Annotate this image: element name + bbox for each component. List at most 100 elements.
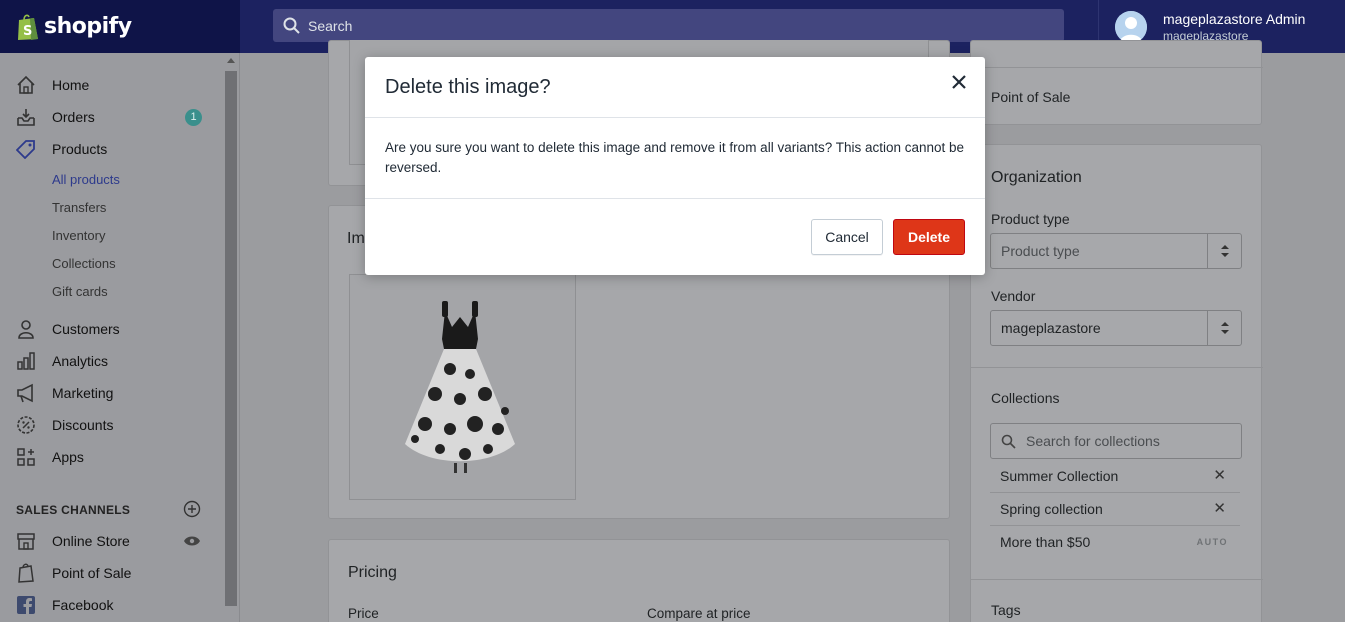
- collection-row: More than $50 AUTO: [990, 526, 1240, 559]
- facebook-icon: [17, 596, 35, 614]
- organization-heading: Organization: [991, 169, 1082, 186]
- images-heading: Im: [347, 230, 365, 247]
- select-arrows: [1207, 311, 1241, 345]
- tag-icon: [16, 140, 35, 159]
- close-icon[interactable]: [948, 71, 970, 93]
- eye-icon[interactable]: [183, 535, 201, 547]
- sidebar-item-marketing[interactable]: Marketing: [0, 379, 222, 407]
- dress-image: [405, 301, 515, 473]
- divider: [971, 579, 1263, 580]
- sidebar-item-home[interactable]: Home: [0, 71, 222, 99]
- shopify-bag-icon: S: [18, 14, 38, 40]
- collections-label: Collections: [991, 390, 1060, 406]
- modal-message: Are you sure you want to delete this ima…: [385, 140, 965, 175]
- sidebar-item-facebook[interactable]: Facebook: [0, 591, 222, 619]
- collection-name: More than $50: [1000, 534, 1091, 550]
- remove-collection-icon[interactable]: ✕: [1213, 499, 1226, 517]
- person-icon: [18, 320, 34, 339]
- pricing-heading: Pricing: [348, 564, 397, 581]
- user-avatar-icon: [1115, 10, 1147, 43]
- pos-icon: [18, 563, 34, 583]
- sidebar-item-products[interactable]: Products: [0, 135, 222, 163]
- sidebar-item-online-store[interactable]: Online Store: [0, 527, 222, 555]
- chevron-updown-icon: [1221, 245, 1229, 257]
- collection-name: Summer Collection: [1000, 468, 1119, 484]
- modal-footer: Cancel Delete: [365, 198, 985, 275]
- sidebar-item-analytics[interactable]: Analytics: [0, 347, 222, 375]
- vendor-value: mageplazastore: [1001, 320, 1101, 336]
- product-type-select[interactable]: Product type: [990, 233, 1242, 269]
- compare-price-label: Compare at price: [647, 606, 751, 621]
- remove-collection-icon[interactable]: ✕: [1213, 466, 1226, 484]
- bar-chart-icon: [17, 352, 35, 370]
- delete-button[interactable]: Delete: [893, 219, 965, 255]
- chevron-updown-icon: [1221, 322, 1229, 334]
- sidebar-subitem-label: Inventory: [52, 227, 106, 243]
- sidebar-subitem-label: Transfers: [52, 199, 107, 215]
- user-name: mageplazastore Admin: [1163, 10, 1306, 27]
- sidebar-subitem-transfers[interactable]: Transfers: [0, 193, 222, 221]
- modal-title: Delete this image?: [385, 76, 551, 98]
- sales-channels-heading: SALES CHANNELS: [16, 503, 131, 517]
- pricing-card: Pricing Price Compare at price: [328, 539, 950, 622]
- add-channel-icon[interactable]: [183, 500, 201, 518]
- sidebar-subitem-gift-cards[interactable]: Gift cards: [0, 277, 222, 305]
- orders-icon: [17, 109, 35, 126]
- product-image-thumbnail[interactable]: [349, 274, 576, 500]
- sidebar-item-label: Online Store: [52, 533, 130, 549]
- sidebar: Home Orders 1 Products All products Tran…: [0, 53, 240, 622]
- cancel-button[interactable]: Cancel: [811, 219, 883, 255]
- collection-row: Spring collection ✕: [990, 493, 1240, 526]
- sidebar-subitem-inventory[interactable]: Inventory: [0, 221, 222, 249]
- svg-text:S: S: [23, 24, 32, 39]
- logo-text: shopify: [44, 14, 132, 39]
- sidebar-item-point-of-sale[interactable]: Point of Sale: [0, 559, 222, 587]
- auto-badge: AUTO: [1196, 537, 1228, 547]
- tags-label: Tags: [991, 602, 1021, 618]
- search-placeholder: Search: [308, 17, 353, 34]
- sidebar-subitem-collections[interactable]: Collections: [0, 249, 222, 277]
- price-label: Price: [348, 606, 379, 621]
- sidebar-item-label: Discounts: [52, 417, 114, 433]
- sidebar-item-label: Products: [52, 141, 108, 157]
- sidebar-item-label: Marketing: [52, 385, 114, 401]
- sales-channel-item: Point of Sale: [991, 89, 1071, 105]
- sidebar-item-label: Facebook: [52, 597, 114, 613]
- collections-search-placeholder: Search for collections: [1026, 433, 1160, 449]
- home-icon: [17, 75, 35, 94]
- divider: [971, 67, 1263, 68]
- orders-count-badge: 1: [185, 108, 202, 126]
- divider: [971, 367, 1263, 368]
- modal-header: Delete this image?: [365, 57, 985, 118]
- sidebar-item-orders[interactable]: Orders 1: [0, 103, 222, 131]
- sidebar-item-label: Point of Sale: [52, 565, 132, 581]
- search-icon: [1001, 434, 1016, 449]
- vendor-select[interactable]: mageplazastore: [990, 310, 1242, 346]
- scroll-up-arrow-icon[interactable]: [227, 58, 235, 63]
- product-type-placeholder: Product type: [1001, 243, 1080, 259]
- avatar: [1115, 10, 1147, 43]
- sidebar-scrollbar-thumb[interactable]: [225, 71, 237, 606]
- collection-row: Summer Collection ✕: [990, 460, 1240, 493]
- vendor-label: Vendor: [991, 288, 1036, 304]
- select-arrows: [1207, 234, 1241, 268]
- sidebar-subitem-label: Collections: [52, 255, 116, 271]
- sidebar-item-label: Orders: [52, 109, 95, 125]
- search-icon: [283, 17, 300, 34]
- delete-image-modal: Delete this image? Are you sure you want…: [365, 57, 985, 275]
- sidebar-item-discounts[interactable]: Discounts: [0, 411, 222, 439]
- search-input[interactable]: Search: [273, 9, 1064, 42]
- sidebar-item-label: Apps: [52, 449, 84, 465]
- sidebar-subitem-label: All products: [52, 171, 120, 187]
- sidebar-item-label: Customers: [52, 321, 120, 337]
- apps-icon: [17, 448, 35, 466]
- sidebar-item-label: Home: [52, 77, 90, 93]
- shopify-logo[interactable]: S shopify: [0, 0, 240, 53]
- sidebar-item-customers[interactable]: Customers: [0, 315, 222, 343]
- product-type-label: Product type: [991, 211, 1070, 227]
- sidebar-item-apps[interactable]: Apps: [0, 443, 222, 471]
- sidebar-item-label: Analytics: [52, 353, 109, 369]
- sidebar-subitem-all-products[interactable]: All products: [0, 165, 222, 193]
- discount-icon: [17, 416, 35, 434]
- collections-search-input[interactable]: Search for collections: [990, 423, 1242, 459]
